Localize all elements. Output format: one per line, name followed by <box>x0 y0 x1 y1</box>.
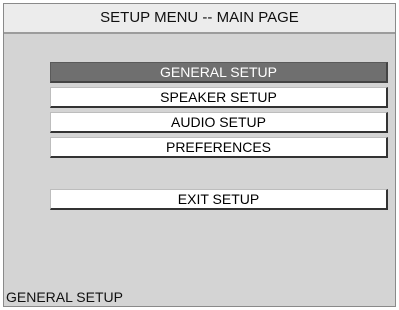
menu-item-general-setup[interactable]: GENERAL SETUP <box>50 62 388 83</box>
menu-item-preferences[interactable]: PREFERENCES <box>50 137 388 158</box>
status-text: GENERAL SETUP <box>6 289 123 305</box>
menu-item-audio-setup[interactable]: AUDIO SETUP <box>50 112 388 133</box>
exit-setup-button[interactable]: EXIT SETUP <box>50 189 388 210</box>
menu-item-speaker-setup[interactable]: SPEAKER SETUP <box>50 87 388 108</box>
window-title: SETUP MENU -- MAIN PAGE <box>4 4 395 34</box>
setup-menu-window: SETUP MENU -- MAIN PAGE GENERAL SETUP SP… <box>3 3 396 307</box>
